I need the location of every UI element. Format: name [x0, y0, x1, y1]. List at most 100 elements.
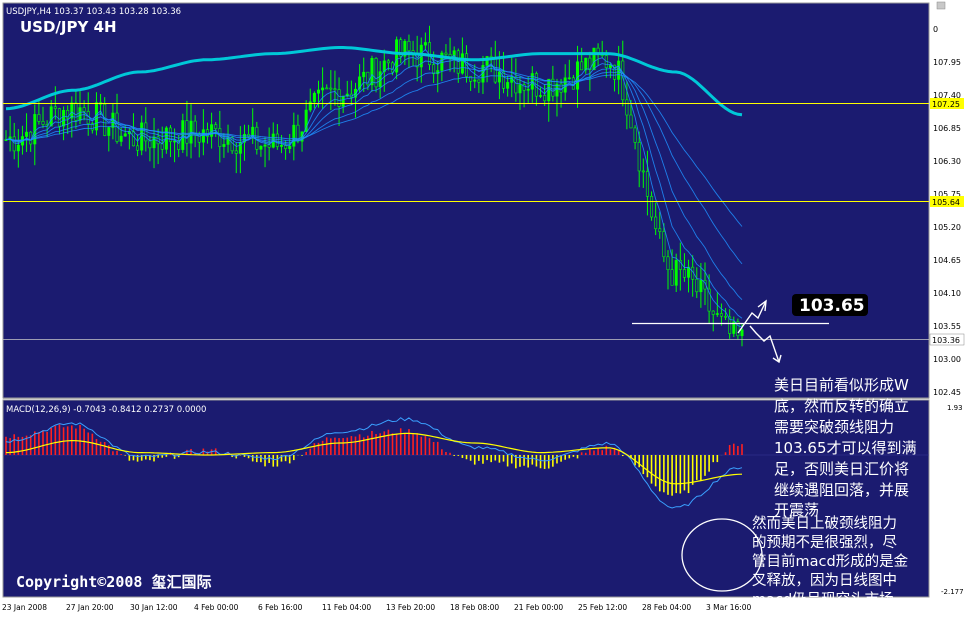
candle-body [321, 87, 325, 91]
candle-body [131, 131, 135, 147]
candle-body [650, 196, 654, 218]
candle-body [148, 140, 152, 149]
candle-body [82, 107, 86, 112]
candle-body [12, 136, 16, 152]
candle-body [185, 120, 189, 144]
candle-body [699, 280, 703, 293]
candle-body [288, 145, 292, 149]
candle [592, 47, 596, 71]
candle-body [62, 110, 66, 127]
candle-body [473, 79, 477, 82]
neckline-label: 103.65 [799, 296, 865, 316]
chart-window: 0 107.95 107.40 106.85 106.30 105.75 105… [0, 0, 967, 615]
candle-body [625, 99, 629, 116]
level-tag-middle-text: 105.64 [932, 198, 960, 207]
candle-body [53, 106, 57, 109]
candle-body [259, 145, 263, 150]
candle-body [329, 87, 333, 90]
candle-body [37, 114, 41, 122]
candle-body [107, 127, 111, 136]
time-tick: 3 Mar 16:00 [706, 603, 752, 612]
candle-body [654, 216, 658, 230]
candle-body [333, 88, 337, 91]
candle-body [711, 310, 715, 315]
candle-body [444, 52, 448, 55]
candle-body [658, 228, 662, 232]
candle-body [123, 133, 127, 137]
candle-body [682, 269, 686, 278]
candle-body [222, 144, 226, 147]
candle-body [255, 126, 259, 150]
annotation-line: 叉释放，因为日线图中 [752, 572, 897, 589]
time-tick: 28 Feb 04:00 [642, 603, 691, 612]
annotation-line: 的预期不是很强烈，尽 [752, 534, 897, 551]
candle-body [25, 131, 29, 137]
chart-title: USD/JPY 4H [20, 18, 117, 36]
level-tag-upper-text: 107.25 [932, 100, 960, 109]
copyright: Copyright©2008 玺汇国际 [16, 573, 211, 591]
candle-body [740, 329, 744, 337]
annotation-line: 然而美日上破颈线阻力 [752, 515, 897, 532]
annotation-line: 足，否则美日汇价将 [774, 460, 909, 478]
annotation-line: 美日目前看似形成W [774, 376, 909, 394]
candle-body [201, 129, 205, 143]
candle-body [325, 87, 329, 90]
candle-body [518, 84, 522, 94]
candle-body [592, 47, 596, 70]
candle-body [543, 95, 547, 102]
candle-body [662, 231, 666, 258]
candle-body [119, 135, 123, 142]
time-tick: 23 Jan 2008 [2, 603, 47, 612]
candle-body [715, 313, 719, 315]
annotation-block-1: 美日目前看似形成W 底，然而反转的确立 需要突破颈线阻力 103.65才可以得到… [774, 376, 917, 519]
candle-body [49, 106, 53, 127]
price-tick: 107.95 [933, 58, 961, 67]
candle-body [362, 71, 366, 78]
candle-body [407, 40, 411, 52]
price-tick: 104.65 [933, 256, 961, 265]
candle-body [33, 114, 37, 145]
annotation-line: 需要突破颈线阻力 [774, 418, 894, 436]
price-tick: 106.85 [933, 124, 961, 133]
candle-body [279, 144, 283, 147]
candle-body [526, 88, 530, 91]
candle-body [724, 315, 728, 318]
info-line: USDJPY,H4 103.37 103.43 103.28 103.36 [6, 7, 181, 17]
candle-body [460, 53, 464, 74]
candle-body [674, 260, 678, 286]
time-tick: 4 Feb 00:00 [194, 603, 239, 612]
price-tick: 103.00 [933, 355, 961, 364]
candle-body [432, 64, 436, 75]
current-price-tag-text: 103.36 [932, 336, 960, 345]
annotation-block-2: 然而美日上破颈线阻力 的预期不是很强烈，尽 管目前macd形成的是金 叉释放，因… [752, 515, 909, 608]
price-tick: 105.20 [933, 223, 961, 232]
candle-body [423, 42, 427, 46]
annotation-line: macd仍呈现空头市场 [752, 591, 894, 608]
candle-body [670, 269, 674, 286]
candle-body [370, 58, 374, 86]
candle-body [637, 142, 641, 172]
candle-body [275, 133, 279, 147]
time-tick: 30 Jan 12:00 [130, 603, 178, 612]
macd-axis-bottom: -2.177 [941, 588, 964, 596]
candle-body [567, 77, 571, 80]
candle-body [666, 256, 670, 270]
candle-body [267, 144, 271, 148]
candle-body [580, 61, 584, 71]
candle-body [214, 124, 218, 129]
candle-body [617, 60, 621, 80]
candle-body [263, 144, 267, 147]
time-tick: 27 Jan 20:00 [66, 603, 114, 612]
annotation-line: 103.65才可以得到满 [774, 439, 917, 457]
candle-body [576, 61, 580, 90]
price-tick: 103.55 [933, 322, 961, 331]
candle-body [57, 108, 61, 127]
annotation-line: 底，然而反转的确立 [774, 397, 909, 415]
price-tick: 106.30 [933, 157, 961, 166]
scroll-marker[interactable] [936, 1, 946, 10]
candle-body [152, 136, 156, 149]
candle-body [316, 89, 320, 94]
time-tick: 18 Feb 08:00 [450, 603, 499, 612]
candle-body [695, 278, 699, 293]
chart-svg[interactable]: 0 107.95 107.40 106.85 106.30 105.75 105… [0, 0, 967, 615]
